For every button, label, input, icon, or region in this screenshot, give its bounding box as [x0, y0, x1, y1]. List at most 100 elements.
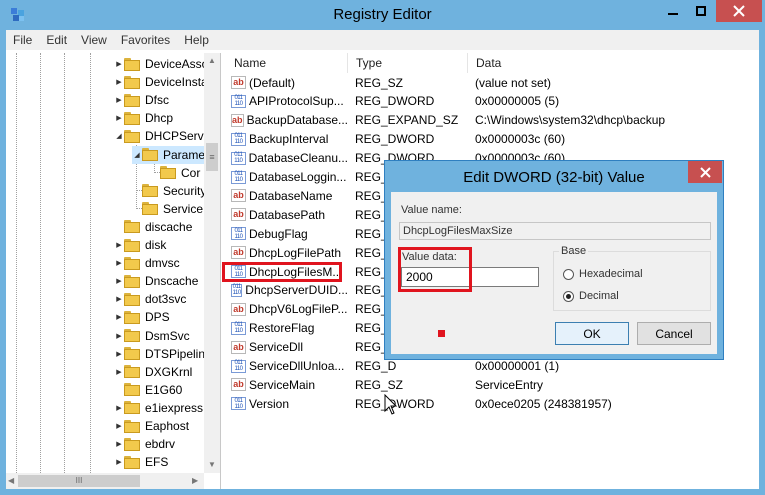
- folder-icon: [124, 274, 140, 288]
- tree-guide: [40, 53, 41, 473]
- tree-item[interactable]: ▶ EFS: [114, 453, 168, 471]
- menu-favorites[interactable]: Favorites: [114, 33, 177, 47]
- dialog-close-button[interactable]: [688, 161, 722, 183]
- column-header-type[interactable]: Type: [348, 53, 468, 73]
- scroll-right-icon[interactable]: ▶: [192, 476, 198, 485]
- folder-icon: [124, 57, 140, 71]
- tree-item[interactable]: ▶ Dfsc: [114, 91, 169, 109]
- tree-vertical-scrollbar[interactable]: ▲ ≡ ▼: [204, 53, 220, 473]
- base-label: Base: [559, 245, 589, 257]
- expander-icon[interactable]: ▶: [114, 60, 124, 68]
- expander-icon[interactable]: ▶: [114, 78, 124, 86]
- expander-icon[interactable]: ▶: [114, 259, 124, 267]
- column-header-data[interactable]: Data: [468, 53, 759, 73]
- menu-view[interactable]: View: [74, 33, 114, 47]
- mouse-cursor-icon: [384, 394, 398, 415]
- expander-icon[interactable]: ▶: [114, 332, 124, 340]
- value-row[interactable]: 011 110 Version REG_DWORD 0x0ece0205 (248381…: [226, 394, 759, 413]
- tree-item[interactable]: ▶ dot3svc: [114, 290, 186, 308]
- decimal-radio[interactable]: Decimal: [563, 290, 619, 302]
- value-name: ServiceMain: [249, 377, 316, 392]
- menu-help[interactable]: Help: [177, 33, 216, 47]
- tree-scroll-thumb[interactable]: ≡: [206, 143, 218, 171]
- tree-item[interactable]: ▶ e1iexpress: [114, 399, 203, 417]
- tree-item-label: Dhcp: [145, 111, 174, 126]
- tree-item[interactable]: Security: [132, 182, 206, 200]
- tree-item-label: DeviceAsso: [145, 57, 209, 71]
- expander-icon[interactable]: ▶: [114, 277, 124, 285]
- tree-item[interactable]: ▶ DsmSvc: [114, 327, 190, 345]
- value-row[interactable]: ab (Default) REG_SZ (value not set): [226, 73, 759, 92]
- expander-icon[interactable]: ▶: [114, 313, 124, 321]
- expander-icon[interactable]: ▶: [114, 458, 124, 466]
- maximize-button[interactable]: [688, 0, 714, 22]
- radio-decimal-icon[interactable]: [563, 290, 574, 302]
- value-name: DhcpLogFilePath: [249, 245, 342, 260]
- value-name-field[interactable]: DhcpLogFilesMaxSize: [399, 222, 711, 240]
- expander-icon[interactable]: ▶: [114, 368, 124, 376]
- expander-icon[interactable]: ▶: [114, 404, 124, 412]
- base-group: [553, 251, 711, 311]
- tree-horizontal-scrollbar[interactable]: ◀ III ▶: [6, 473, 204, 489]
- value-data: 0x0000003c (60): [475, 132, 566, 147]
- hexadecimal-radio[interactable]: Hexadecimal: [563, 268, 643, 280]
- radio-hexadecimal-icon[interactable]: [563, 268, 574, 280]
- expander-icon[interactable]: ▶: [114, 114, 124, 122]
- tree-item[interactable]: Cor: [150, 164, 200, 182]
- expander-icon[interactable]: ▶: [114, 440, 124, 448]
- tree-item[interactable]: ▶ DPS: [114, 308, 169, 326]
- column-header-name[interactable]: Name: [226, 53, 348, 73]
- expander-icon[interactable]: ◢: [132, 151, 142, 159]
- expander-icon[interactable]: ▶: [114, 241, 124, 249]
- tree-item[interactable]: ▶ DXGKrnl: [114, 363, 192, 381]
- cancel-button[interactable]: Cancel: [637, 322, 711, 345]
- scroll-down-icon[interactable]: ▼: [208, 460, 216, 469]
- value-row[interactable]: ab BackupDatabase... REG_EXPAND_SZ C:\Windo…: [226, 111, 759, 130]
- value-row[interactable]: ab ServiceMain REG_SZ ServiceEntry: [226, 375, 759, 394]
- tree-item-label: Parame: [163, 147, 206, 162]
- expander-icon[interactable]: ▶: [114, 422, 124, 430]
- tree-item[interactable]: ▶ DeviceInsta: [114, 73, 207, 91]
- tree-item[interactable]: ▶ Dnscache: [114, 272, 198, 290]
- title-bar[interactable]: Registry Editor: [0, 0, 765, 30]
- expander-icon[interactable]: ◢: [114, 132, 124, 140]
- scroll-left-icon[interactable]: ◀: [8, 476, 14, 485]
- tree-item[interactable]: ▶ ebdrv: [114, 435, 175, 453]
- close-button[interactable]: [716, 0, 762, 22]
- string-value-icon: ab: [231, 302, 246, 316]
- tree-item[interactable]: ▶ dmvsc: [114, 254, 180, 272]
- tree-item[interactable]: discache: [114, 218, 192, 236]
- menu-file[interactable]: File: [6, 33, 39, 47]
- tree-item[interactable]: ◢ Parame: [132, 145, 206, 164]
- folder-icon: [124, 93, 140, 107]
- expander-icon[interactable]: ▶: [114, 350, 124, 358]
- scroll-up-icon[interactable]: ▲: [208, 56, 216, 65]
- binary-value-icon: 011 110: [231, 359, 246, 373]
- value-data: C:\Windows\system32\dhcp\backup: [475, 113, 666, 128]
- highlight-annotation-value-name: [222, 262, 342, 282]
- tree-item[interactable]: ▶ Dhcp: [114, 109, 173, 127]
- value-name: BackupDatabase...: [246, 113, 348, 128]
- tree-item-label: DsmSvc: [145, 328, 190, 343]
- expander-icon[interactable]: ▶: [114, 96, 124, 104]
- value-row[interactable]: 011 110 BackupInterval REG_DWORD 0x0000003c …: [226, 130, 759, 149]
- ok-button[interactable]: OK: [555, 322, 629, 345]
- minimize-icon: [668, 13, 678, 15]
- tree-item[interactable]: E1G60: [114, 381, 182, 399]
- value-row[interactable]: 011 110 APIProtocolSup... REG_DWORD 0x000000…: [226, 92, 759, 111]
- expander-icon[interactable]: ▶: [114, 295, 124, 303]
- tree-item[interactable]: ◢ DHCPServe: [114, 127, 210, 145]
- tree-item[interactable]: ▶ DTSPipelin: [114, 345, 205, 363]
- tree-item[interactable]: Service: [132, 200, 203, 218]
- tree-item[interactable]: ▶ DeviceAsso: [114, 55, 208, 73]
- tree-hscroll-thumb[interactable]: III: [18, 475, 140, 487]
- minimize-button[interactable]: [660, 0, 686, 22]
- menu-edit[interactable]: Edit: [39, 33, 74, 47]
- tree-item[interactable]: ▶ disk: [114, 236, 166, 254]
- value-name: DatabaseName: [249, 188, 333, 203]
- tree-item[interactable]: ▶ Eaphost: [114, 417, 189, 435]
- tree-item-label: Eaphost: [145, 419, 190, 433]
- tree-item-label: DHCPServe: [145, 129, 211, 144]
- folder-icon: [124, 292, 140, 306]
- tree-item-label: dmvsc: [145, 256, 180, 271]
